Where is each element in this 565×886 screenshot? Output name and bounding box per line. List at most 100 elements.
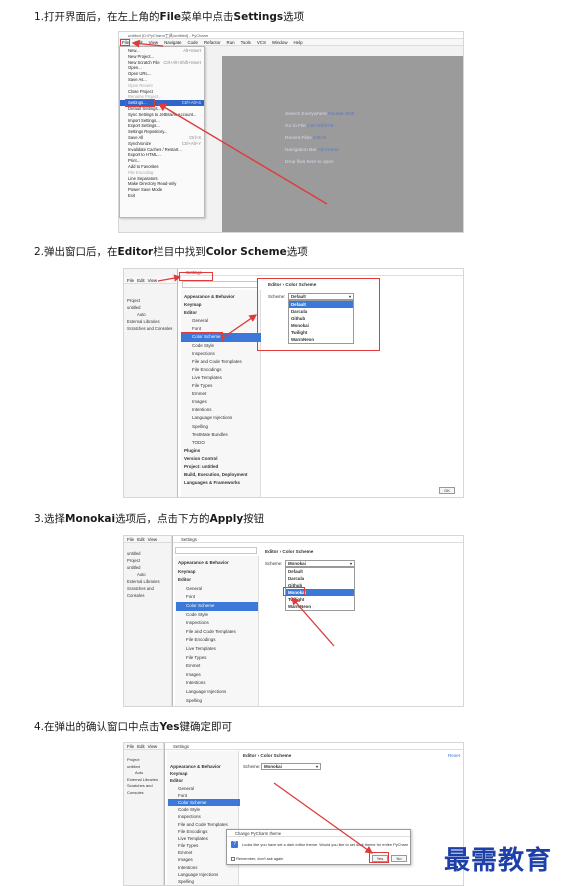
tree-item[interactable]: File and Code Templates	[176, 628, 258, 637]
tree-item[interactable]: File Types	[176, 654, 258, 663]
project-tab[interactable]: Project	[127, 557, 171, 564]
tree-item[interactable]: Spelling	[182, 423, 261, 431]
settings-search-input[interactable]	[182, 281, 258, 288]
tree-item[interactable]: Keymap	[168, 770, 240, 777]
tree-item[interactable]: File Encodings	[182, 366, 261, 374]
tree-item[interactable]: General	[168, 785, 240, 792]
tree-item[interactable]: Appearance & Behavior	[168, 763, 240, 770]
tree-item-label: Build, Execution, Deployment	[184, 472, 248, 478]
menu-item-exit[interactable]: Exit	[120, 193, 204, 199]
tree-item[interactable]: Build, Execution, Deployment	[182, 471, 261, 479]
menu-window[interactable]: Window	[272, 39, 288, 45]
tree-item[interactable]: Color Scheme	[176, 601, 258, 611]
menu-edit[interactable]: Edit	[137, 536, 145, 542]
external-libraries[interactable]: External Libraries	[127, 318, 172, 325]
tree-item[interactable]: Keymap	[176, 568, 258, 577]
no-button[interactable]: No	[391, 855, 407, 862]
menu-run[interactable]: Run	[227, 39, 235, 45]
tree-item[interactable]: Images	[182, 398, 261, 406]
hint-key: Ctrl+Shift+N	[307, 124, 334, 129]
menu-code[interactable]: Code	[187, 39, 198, 45]
scheme-select[interactable]: Monokai ▾	[261, 763, 321, 770]
tree-item[interactable]: Editor	[168, 777, 240, 784]
menu-file[interactable]: File	[127, 743, 134, 749]
tree-item[interactable]: Code Style	[182, 342, 261, 350]
question-icon: ?	[231, 841, 238, 848]
menu-file[interactable]: File	[127, 536, 134, 542]
tree-item[interactable]: File Encodings	[176, 636, 258, 645]
menu-view[interactable]: View	[148, 277, 157, 283]
settings-search-input[interactable]	[175, 547, 257, 554]
project-root[interactable]: untitled	[127, 564, 171, 571]
tree-item[interactable]: Editor	[176, 576, 258, 585]
tree-item[interactable]: Project: untitled	[182, 463, 261, 471]
scratches[interactable]: Scratches and Consoles	[127, 783, 163, 796]
project-root[interactable]: untitled	[127, 304, 172, 311]
tree-item[interactable]: Version Control	[182, 455, 261, 463]
tree-item[interactable]: Languages & Frameworks	[182, 479, 261, 487]
project-folder[interactable]: Auto	[127, 311, 172, 318]
menu-view[interactable]: View	[148, 743, 157, 749]
tree-item[interactable]: Font	[176, 593, 258, 602]
menu-edit[interactable]: Edit	[137, 277, 145, 283]
tree-item[interactable]: Emmet	[176, 662, 258, 671]
project-folder[interactable]: Auto	[127, 571, 171, 578]
tree-item[interactable]: Appearance & Behavior	[182, 293, 261, 301]
tree-item[interactable]: Language Injections	[176, 688, 258, 697]
menu-navigate[interactable]: Navigate	[164, 39, 181, 45]
menu-edit[interactable]: Edit	[137, 743, 145, 749]
step-text: 选项后，点击下方的	[115, 513, 210, 525]
tree-item[interactable]: Images	[176, 671, 258, 680]
menu-help[interactable]: Help	[294, 39, 303, 45]
tree-item[interactable]: Editor	[182, 309, 261, 317]
tree-item[interactable]: Language Injections	[182, 414, 261, 422]
scheme-option-warmneon[interactable]: WarmNeon	[286, 603, 354, 610]
scheme-option-default[interactable]: Default	[286, 568, 354, 575]
scratches[interactable]: Scratches and Consoles	[127, 585, 171, 599]
tree-item[interactable]: Live Templates	[176, 645, 258, 654]
tree-item[interactable]: Color Scheme	[168, 798, 240, 807]
scheme-option-darcula[interactable]: Darcula	[286, 575, 354, 582]
tree-item[interactable]: Live Templates	[182, 374, 261, 382]
checkbox-box[interactable]	[231, 856, 235, 861]
tree-item[interactable]: General	[182, 317, 261, 325]
menu-view[interactable]: View	[149, 39, 158, 45]
project-tab[interactable]: Project	[127, 297, 172, 304]
tree-item[interactable]: Plugins	[182, 447, 261, 455]
external-libraries[interactable]: External Libraries	[127, 578, 171, 585]
tree-item[interactable]: Keymap	[182, 301, 261, 309]
tree-item[interactable]: File and Code Templates	[168, 821, 240, 828]
scheme-option-twilight[interactable]: Twilight	[286, 596, 354, 603]
tree-item[interactable]: Font	[168, 792, 240, 799]
tree-item[interactable]: General	[176, 585, 258, 594]
tree-item[interactable]: Spelling	[176, 697, 258, 706]
tree-item[interactable]: Appearance & Behavior	[176, 559, 258, 568]
tree-item[interactable]: Intentions	[176, 679, 258, 688]
tree-item[interactable]: Inspections	[168, 813, 240, 820]
tree-item[interactable]: Intentions	[182, 406, 261, 414]
tree-item[interactable]: Inspections	[176, 619, 258, 628]
tree-item[interactable]: File Types	[182, 382, 261, 390]
tree-item[interactable]: TextMate Bundles	[182, 431, 261, 439]
tree-item[interactable]: Code Style	[176, 611, 258, 620]
menu-view[interactable]: View	[148, 536, 157, 542]
scratches[interactable]: Scratches and Consoles	[127, 325, 172, 332]
tree-item[interactable]: File and Code Templates	[182, 358, 261, 366]
menu-vcs[interactable]: VCS	[257, 39, 266, 45]
tree-item[interactable]: Inspections	[182, 350, 261, 358]
reset-link[interactable]: Reset	[448, 753, 460, 758]
menu-file[interactable]: File	[127, 277, 134, 283]
tree-item[interactable]: Language Injections	[168, 871, 240, 878]
scheme-select[interactable]: Monokai ▾	[285, 560, 355, 567]
menu-refactor[interactable]: Refactor	[204, 39, 221, 45]
menu-tools[interactable]: Tools	[241, 39, 251, 45]
menu-edit[interactable]: Edit	[135, 39, 143, 45]
tree-item[interactable]: Emmet	[182, 390, 261, 398]
project-root[interactable]: untitled	[127, 550, 171, 557]
settings-tree-items: Appearance & Behavior Keymap Editor General…	[182, 293, 261, 487]
remember-checkbox[interactable]: Remember, don't ask again	[231, 856, 283, 861]
tree-item[interactable]: Code Style	[168, 806, 240, 813]
ok-button[interactable]: OK	[439, 487, 455, 494]
tree-item[interactable]: Spelling	[168, 878, 240, 885]
tree-item[interactable]: TODO	[182, 439, 261, 447]
